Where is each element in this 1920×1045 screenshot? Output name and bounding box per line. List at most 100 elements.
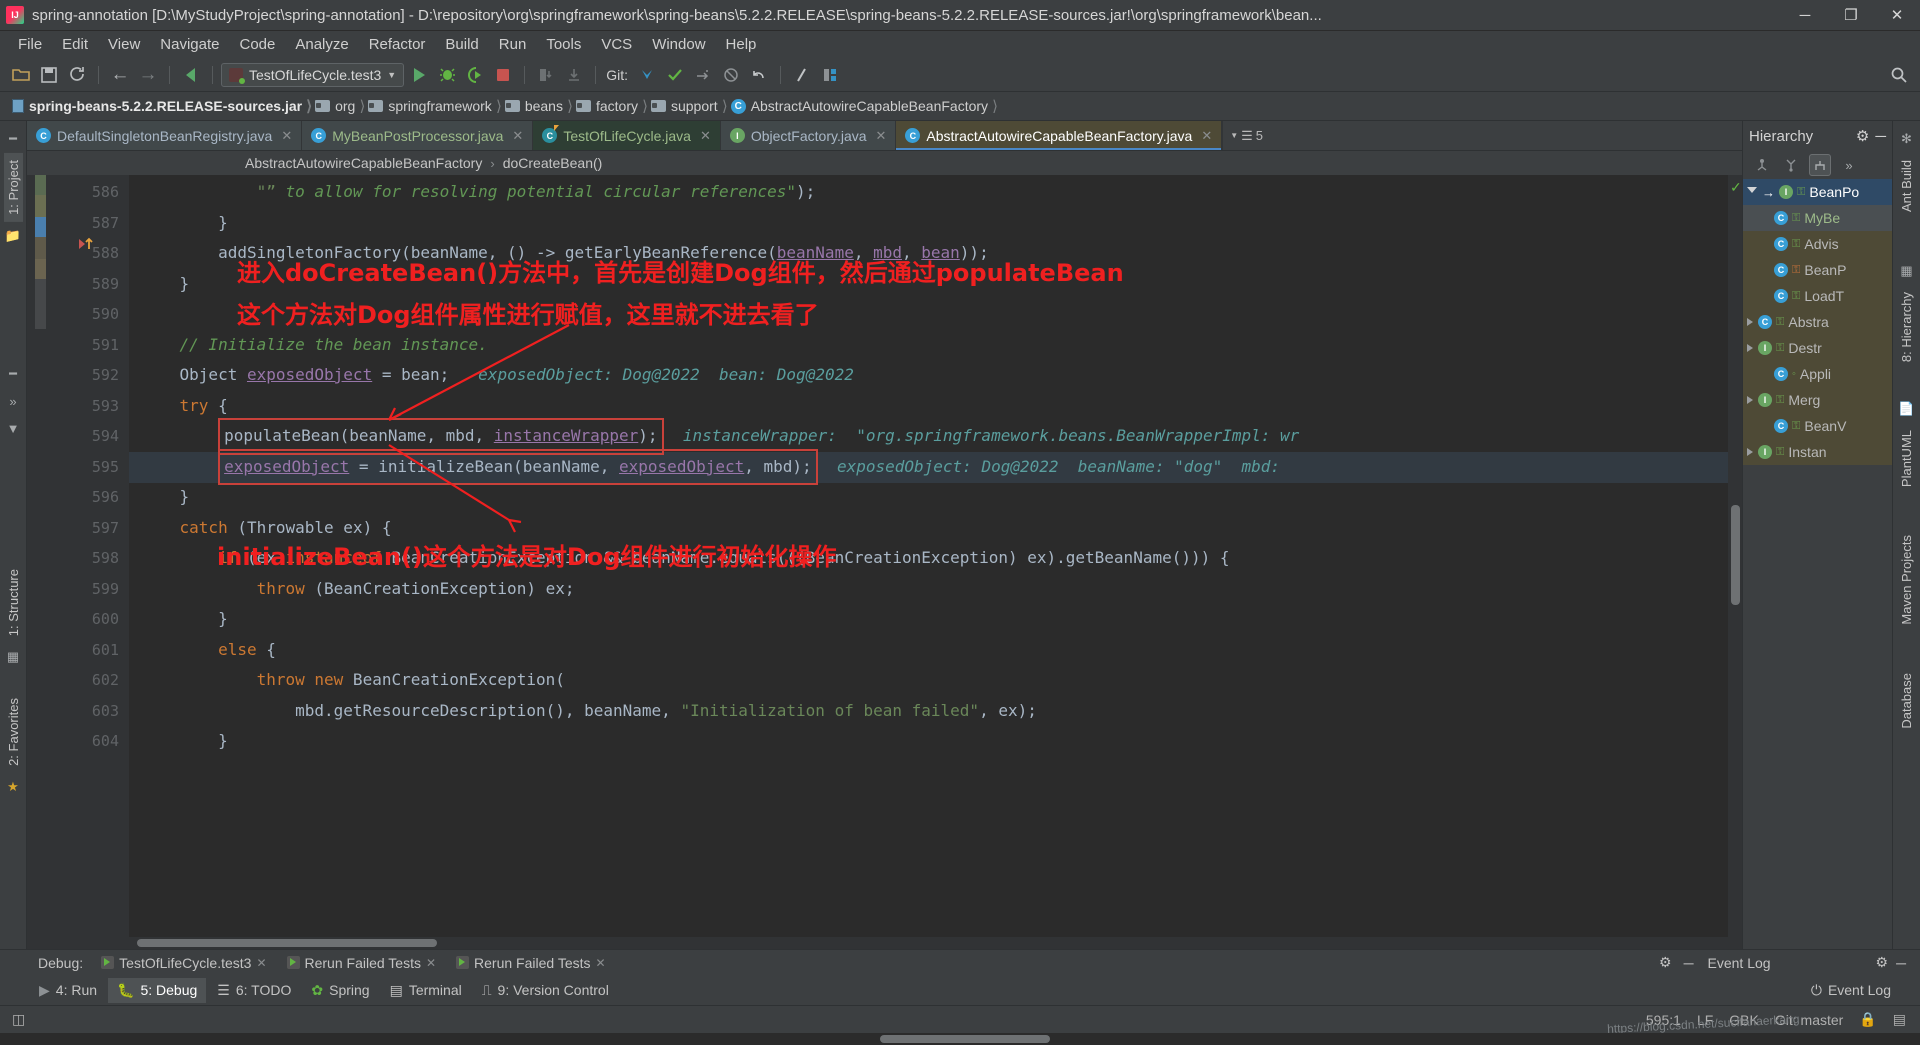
hierarchy-row[interactable]: C ⚿ LoadT: [1743, 283, 1892, 309]
editor-tab-DefaultSingletonBeanRegistry[interactable]: C DefaultSingletonBeanRegistry.java ✕: [27, 121, 303, 150]
menu-navigate[interactable]: Navigate: [150, 33, 229, 56]
folder-small-icon[interactable]: 📁: [5, 222, 21, 250]
navbar-item-jar[interactable]: spring-beans-5.2.2.RELEASE-sources.jar ⟩: [8, 92, 312, 121]
editor-tab-MyBeanPostProcessor[interactable]: C MyBeanPostProcessor.java ✕: [302, 121, 534, 150]
chevron-right-icon[interactable]: [1747, 448, 1753, 456]
git-update-icon[interactable]: [634, 62, 660, 88]
sidebar-item-maven[interactable]: Maven Projects: [1897, 528, 1916, 632]
chevron-down-icon[interactable]: [1747, 187, 1757, 197]
hide-toolwindows-icon[interactable]: ◫: [0, 1011, 37, 1028]
minus-icon[interactable]: ━: [9, 360, 17, 388]
git-commit-icon[interactable]: [662, 62, 688, 88]
code-editor[interactable]: 586 587 588 589 590 591 592 593 594 595 …: [27, 175, 1742, 937]
sidebar-item-project[interactable]: 1: Project: [3, 153, 23, 222]
tool-button-terminal[interactable]: ▤ Terminal: [381, 978, 471, 1003]
sidebar-item-plantuml[interactable]: PlantUML: [1897, 423, 1916, 494]
chevron-right-icon[interactable]: [1747, 318, 1753, 326]
event-log-gear-icon[interactable]: ⚙: [1868, 954, 1897, 971]
hierarchy-row[interactable]: C ⚿ Abstra: [1743, 309, 1892, 335]
debug-session-tab-1[interactable]: Rerun Failed Tests ✕: [277, 955, 447, 971]
hierarchy-row[interactable]: I ⚿ Instan: [1743, 439, 1892, 465]
navbar-item-class[interactable]: C AbstractAutowireCapableBeanFactory ⟩: [727, 92, 998, 121]
close-icon[interactable]: ✕: [256, 956, 266, 970]
more-icon[interactable]: »: [1838, 154, 1860, 176]
editor-marker-column[interactable]: ✓: [1728, 175, 1742, 937]
navbar-item-beans[interactable]: beans ⟩: [501, 92, 573, 121]
search-everywhere-icon[interactable]: [1886, 62, 1912, 88]
event-log-minimize-icon[interactable]: ─: [1896, 955, 1920, 971]
code-text[interactable]: "” to allow for resolving potential circ…: [129, 175, 1728, 937]
chevron-down-small-icon[interactable]: ▼: [7, 415, 20, 442]
class-hierarchy-icon[interactable]: [1809, 154, 1831, 176]
tool-button-run[interactable]: ▶ 4: Run: [30, 978, 106, 1003]
menu-build[interactable]: Build: [435, 33, 488, 56]
close-icon[interactable]: ✕: [596, 956, 606, 970]
attach-debugger-icon[interactable]: [533, 62, 559, 88]
navbar-item-support[interactable]: support ⟩: [647, 92, 728, 121]
editor-tab-ObjectFactory[interactable]: I ObjectFactory.java ✕: [720, 121, 897, 150]
event-log-button[interactable]: ⏻ Event Log: [1802, 978, 1900, 1003]
menu-file[interactable]: File: [8, 33, 52, 56]
back-icon[interactable]: ←: [107, 62, 133, 88]
run-to-cursor-icon[interactable]: [77, 235, 95, 253]
hierarchy-row[interactable]: C ⚿ BeanV: [1743, 413, 1892, 439]
lock-icon[interactable]: 🔒: [1859, 1011, 1876, 1028]
horizontal-scrollbar-thumb[interactable]: [137, 939, 437, 947]
expand-more-icon[interactable]: »: [9, 388, 16, 415]
sidebar-item-hierarchy[interactable]: 8: Hierarchy: [1897, 285, 1916, 369]
close-icon[interactable]: ✕: [1201, 128, 1212, 144]
sidebar-item-favorites[interactable]: 2: Favorites: [4, 691, 23, 773]
debug-session-tab-0[interactable]: TestOfLifeCycle.test3 ✕: [91, 955, 276, 971]
tool-button-debug[interactable]: 🐛 5: Debug: [108, 977, 207, 1003]
navbar-item-factory[interactable]: factory ⟩: [572, 92, 648, 121]
compile-icon[interactable]: [178, 62, 204, 88]
structure-icon[interactable]: ▦: [7, 643, 19, 671]
forward-icon[interactable]: →: [135, 62, 161, 88]
hierarchy-row[interactable]: C ⚿ MyBe: [1743, 205, 1892, 231]
hierarchy-icon[interactable]: ▦: [1900, 257, 1912, 285]
debug-session-tab-2[interactable]: Rerun Failed Tests ✕: [446, 955, 616, 971]
sidebar-item-ant-build[interactable]: Ant Build: [1897, 153, 1916, 219]
hierarchy-row[interactable]: C ◦ Appli: [1743, 361, 1892, 387]
menu-code[interactable]: Code: [229, 33, 285, 56]
menu-vcs[interactable]: VCS: [591, 33, 642, 56]
menu-edit[interactable]: Edit: [52, 33, 98, 56]
menu-help[interactable]: Help: [716, 33, 767, 56]
debug-button[interactable]: [434, 62, 460, 88]
git-push-icon[interactable]: [690, 62, 716, 88]
navbar-item-springframework[interactable]: springframework ⟩: [364, 92, 502, 121]
close-icon[interactable]: ✕: [426, 956, 436, 970]
menu-run[interactable]: Run: [489, 33, 537, 56]
hierarchy-row[interactable]: C ⚿ Advis: [1743, 231, 1892, 257]
menu-tools[interactable]: Tools: [536, 33, 591, 56]
hierarchy-tree[interactable]: → I ⚿ BeanPo C ⚿ MyBe C ⚿ Advis C ⚿ BeanP C ⚿ LoadT C ⚿ Ab…: [1743, 179, 1892, 465]
tool-button-version-control[interactable]: ⎍ 9: Version Control: [473, 978, 618, 1003]
close-icon[interactable]: ✕: [512, 128, 523, 144]
chevron-right-icon[interactable]: [1747, 396, 1753, 404]
favorites-icon[interactable]: ★: [7, 773, 19, 801]
breadcrumb-method[interactable]: doCreateBean(): [503, 155, 603, 171]
layout-icon[interactable]: [817, 62, 843, 88]
run-with-coverage-button[interactable]: [462, 62, 488, 88]
menu-view[interactable]: View: [98, 33, 150, 56]
tool-button-todo[interactable]: ☰ 6: TODO: [208, 978, 300, 1003]
minimize-button[interactable]: ─: [1782, 0, 1828, 31]
editor-tab-AbstractAutowireCapableBeanFactory[interactable]: C AbstractAutowireCapableBeanFactory.jav…: [896, 121, 1223, 150]
chevron-right-icon[interactable]: [1747, 344, 1753, 352]
memory-indicator-icon[interactable]: ▤: [1893, 1011, 1906, 1028]
stop-button[interactable]: [490, 62, 516, 88]
step-down-icon[interactable]: [561, 62, 587, 88]
debug-minimize-icon[interactable]: ─: [1680, 955, 1708, 971]
gear-icon[interactable]: ⚙: [1856, 127, 1869, 145]
horizontal-scrollbar[interactable]: [27, 937, 1742, 949]
sidebar-item-database[interactable]: Database: [1897, 666, 1916, 736]
git-revert-icon[interactable]: [718, 62, 744, 88]
hierarchy-row[interactable]: I ⚿ Destr: [1743, 335, 1892, 361]
menu-refactor[interactable]: Refactor: [359, 33, 436, 56]
plantuml-icon[interactable]: 📄: [1898, 395, 1914, 423]
run-button[interactable]: [406, 62, 432, 88]
run-configuration-selector[interactable]: TestOfLifeCycle.test3 ▼: [221, 62, 405, 87]
tab-overflow-button[interactable]: ▼ ☰ 5: [1222, 121, 1271, 150]
hierarchy-row[interactable]: C ⚿ BeanP: [1743, 257, 1892, 283]
editor-tab-TestOfLifeCycle[interactable]: C TestOfLifeCycle.java ✕: [533, 121, 721, 150]
